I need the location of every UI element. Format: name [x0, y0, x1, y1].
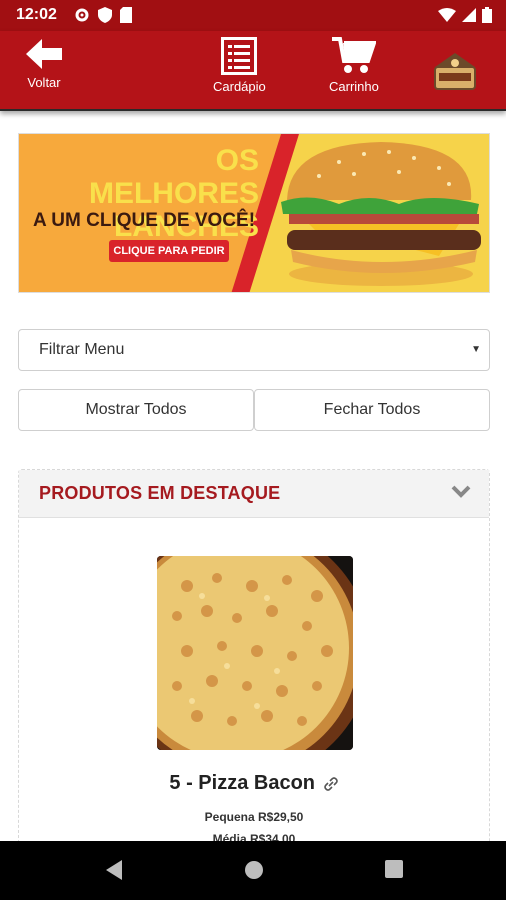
battery-icon: [482, 7, 492, 23]
status-system-icons: [438, 7, 492, 23]
back-button[interactable]: Voltar: [24, 37, 64, 90]
status-time: 12:02: [16, 6, 57, 23]
recents-nav-icon[interactable]: [384, 859, 404, 879]
arrow-left-icon: [26, 39, 62, 69]
product-name[interactable]: 5 - Pizza Bacon: [19, 772, 489, 795]
shopping-cart-icon: [331, 37, 376, 73]
featured-products-panel: PRODUTOS EM DESTAQUE 5 - Pizza Bacon Peq…: [18, 469, 490, 841]
close-all-button[interactable]: Fechar Todos: [254, 389, 490, 431]
price-medium: Média R$34,00: [212, 832, 296, 841]
cart-label: Carrinho: [329, 79, 379, 94]
cart-button[interactable]: Carrinho: [329, 37, 379, 94]
featured-products-header[interactable]: PRODUTOS EM DESTAQUE: [19, 470, 489, 518]
menu-list-icon: [221, 37, 258, 75]
system-navigation-bar: [0, 841, 506, 900]
menu-label: Cardápio: [213, 79, 266, 94]
chevron-down-icon[interactable]: [451, 484, 471, 500]
banner-line-1: OS MELHORES: [88, 144, 259, 210]
restaurant-logo: [431, 49, 479, 93]
dropdown-caret-icon: ▼: [471, 344, 481, 355]
product-name-text: 5 - Pizza Bacon: [169, 772, 316, 794]
signal-icon: [462, 8, 476, 22]
price-small: Pequena R$29,50: [204, 810, 304, 824]
sd-card-icon: [120, 7, 132, 23]
filter-menu-value: Filtrar Menu: [39, 341, 125, 358]
home-nav-icon[interactable]: [243, 859, 265, 881]
show-all-button[interactable]: Mostrar Todos: [18, 389, 254, 431]
status-bar: 12:02: [0, 0, 506, 31]
featured-products-title: PRODUTOS EM DESTAQUE: [39, 483, 281, 503]
product-image[interactable]: [157, 556, 353, 750]
menu-button[interactable]: Cardápio: [213, 37, 266, 94]
promo-banner[interactable]: OS MELHORES LANCHES A UM CLIQUE DE VOCÊ!…: [18, 133, 490, 293]
back-nav-icon[interactable]: [104, 859, 124, 881]
pizza-image: [157, 556, 353, 750]
shield-icon: [98, 7, 112, 23]
settings-icon: [75, 8, 89, 22]
filter-menu-select[interactable]: Filtrar Menu ▼: [18, 329, 490, 371]
content-area[interactable]: OS MELHORES LANCHES A UM CLIQUE DE VOCÊ!…: [0, 113, 506, 841]
logo-icon: [434, 53, 476, 90]
banner-line-3: A UM CLIQUE DE VOCÊ!: [33, 210, 256, 231]
back-label: Voltar: [27, 75, 61, 90]
app-header: Voltar Cardápio Carrinho: [0, 31, 506, 111]
wifi-icon: [438, 8, 456, 22]
banner-cta-button[interactable]: CLIQUE PARA PEDIR: [109, 240, 229, 262]
status-notification-icons: [74, 7, 132, 23]
link-icon[interactable]: [323, 776, 339, 792]
